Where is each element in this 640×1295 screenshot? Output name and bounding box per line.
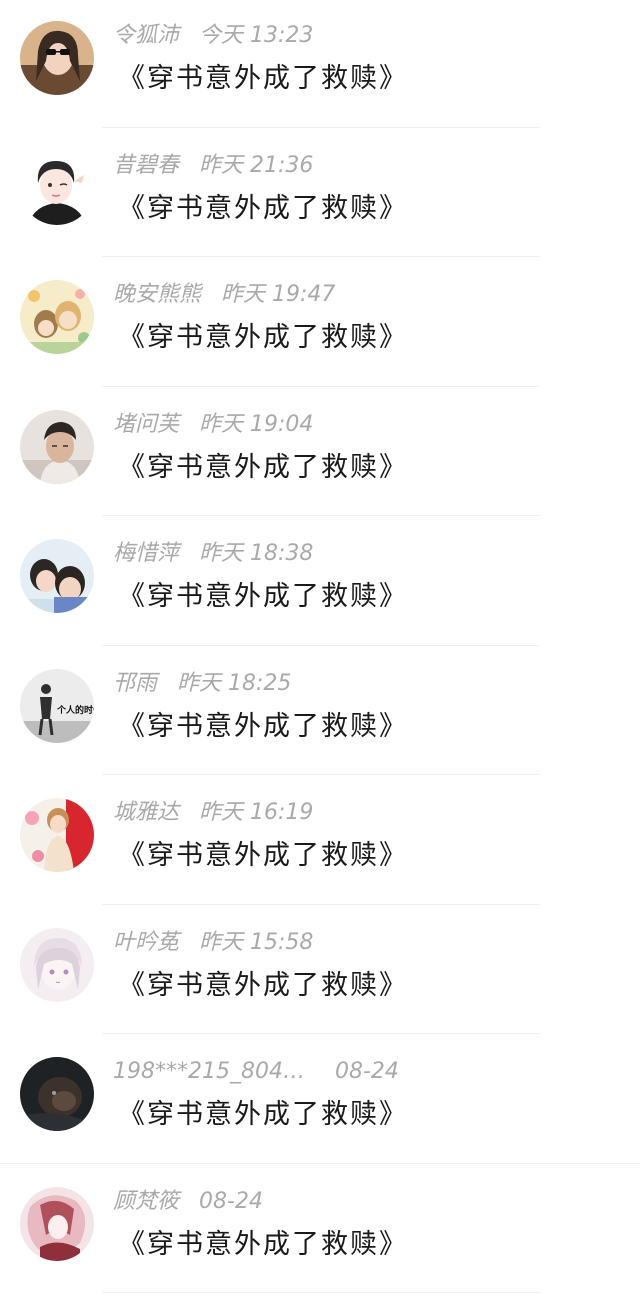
timestamp: 昨天 19:47	[221, 282, 335, 307]
comment-item[interactable]: 顾梵筱 08-24 《穿书意外成了救赎》	[0, 1166, 640, 1295]
timestamp: 08-24	[199, 1189, 263, 1214]
divider	[102, 1292, 540, 1293]
comment-text: 《穿书意外成了救赎》	[118, 447, 408, 489]
divider	[102, 1033, 540, 1034]
avatar[interactable]	[20, 410, 94, 484]
comment-item[interactable]: 个人的时候 邗雨昨天 18:25 《穿书意外成了救赎》	[0, 648, 640, 778]
divider	[102, 127, 540, 128]
timestamp: 昨天 19:04	[199, 412, 313, 437]
comment-text: 《穿书意外成了救赎》	[118, 317, 408, 359]
avatar[interactable]	[20, 798, 94, 872]
comment-text: 《穿书意外成了救赎》	[118, 835, 408, 877]
username[interactable]: 昔碧春	[113, 153, 179, 178]
comment-text: 《穿书意外成了救赎》	[118, 58, 408, 100]
timestamp: 昨天 18:25	[177, 671, 291, 696]
comment-text: 《穿书意外成了救赎》	[118, 706, 408, 748]
comment-text: 《穿书意外成了救赎》	[118, 1094, 408, 1136]
avatar-caption: 个人的时候	[56, 704, 94, 716]
comment-item[interactable]: 晚安熊熊昨天 19:47 《穿书意外成了救赎》	[0, 259, 640, 389]
username[interactable]: 城雅达	[113, 800, 179, 825]
comment-meta: 梅惜萍昨天 18:38	[113, 538, 313, 570]
comment-meta: 顾梵筱 08-24	[113, 1186, 263, 1218]
comment-item[interactable]: 堵问芙昨天 19:04 《穿书意外成了救赎》	[0, 389, 640, 519]
comment-meta: 堵问芙昨天 19:04	[113, 409, 313, 441]
timestamp: 今天 13:23	[199, 23, 313, 48]
comment-meta: 198***215_804… 08-24	[113, 1056, 399, 1088]
username[interactable]: 叶昑莬	[113, 930, 179, 955]
timestamp: 昨天 18:38	[199, 541, 313, 566]
comment-text: 《穿书意外成了救赎》	[118, 576, 408, 618]
divider	[102, 645, 540, 646]
username[interactable]: 晚安熊熊	[113, 282, 201, 307]
timestamp: 昨天 21:36	[199, 153, 313, 178]
username[interactable]: 198***215_804…	[113, 1059, 305, 1084]
avatar[interactable]	[20, 151, 94, 225]
divider	[102, 515, 540, 516]
comment-item[interactable]: 叶昑莬昨天 15:58 《穿书意外成了救赎》	[0, 907, 640, 1037]
username[interactable]: 令狐沛	[113, 23, 179, 48]
comment-text: 《穿书意外成了救赎》	[118, 1224, 408, 1266]
comment-meta: 城雅达昨天 16:19	[113, 797, 313, 829]
comment-item[interactable]: 城雅达昨天 16:19 《穿书意外成了救赎》	[0, 777, 640, 907]
divider	[102, 904, 540, 905]
comment-meta: 邗雨昨天 18:25	[113, 668, 291, 700]
comment-text: 《穿书意外成了救赎》	[118, 188, 408, 230]
divider	[102, 386, 540, 387]
avatar[interactable]	[20, 21, 94, 95]
comment-item[interactable]: 梅惜萍昨天 18:38 《穿书意外成了救赎》	[0, 518, 640, 648]
avatar[interactable]	[20, 539, 94, 613]
comment-list: 令狐沛今天 13:23 《穿书意外成了救赎》 昔碧春昨天 21:36 《穿书意外…	[0, 0, 640, 1295]
avatar[interactable]	[20, 1187, 94, 1261]
divider	[102, 256, 540, 257]
avatar[interactable]: 个人的时候	[20, 669, 94, 743]
divider	[0, 1163, 640, 1164]
timestamp: 08-24	[335, 1059, 399, 1084]
username[interactable]: 梅惜萍	[113, 541, 179, 566]
comment-meta: 晚安熊熊昨天 19:47	[113, 279, 335, 311]
avatar[interactable]	[20, 1057, 94, 1131]
comment-text: 《穿书意外成了救赎》	[118, 965, 408, 1007]
comment-item[interactable]: 令狐沛今天 13:23 《穿书意外成了救赎》	[0, 0, 640, 130]
timestamp: 昨天 16:19	[199, 800, 313, 825]
comment-item[interactable]: 198***215_804… 08-24 《穿书意外成了救赎》	[0, 1036, 640, 1166]
username[interactable]: 邗雨	[113, 671, 157, 696]
avatar[interactable]	[20, 280, 94, 354]
divider	[102, 774, 540, 775]
comment-item[interactable]: 昔碧春昨天 21:36 《穿书意外成了救赎》	[0, 130, 640, 260]
comment-meta: 叶昑莬昨天 15:58	[113, 927, 313, 959]
comment-meta: 昔碧春昨天 21:36	[113, 150, 313, 182]
avatar[interactable]	[20, 928, 94, 1002]
username[interactable]: 堵问芙	[113, 412, 179, 437]
comment-meta: 令狐沛今天 13:23	[113, 20, 313, 52]
timestamp: 昨天 15:58	[199, 930, 313, 955]
username[interactable]: 顾梵筱	[113, 1189, 179, 1214]
